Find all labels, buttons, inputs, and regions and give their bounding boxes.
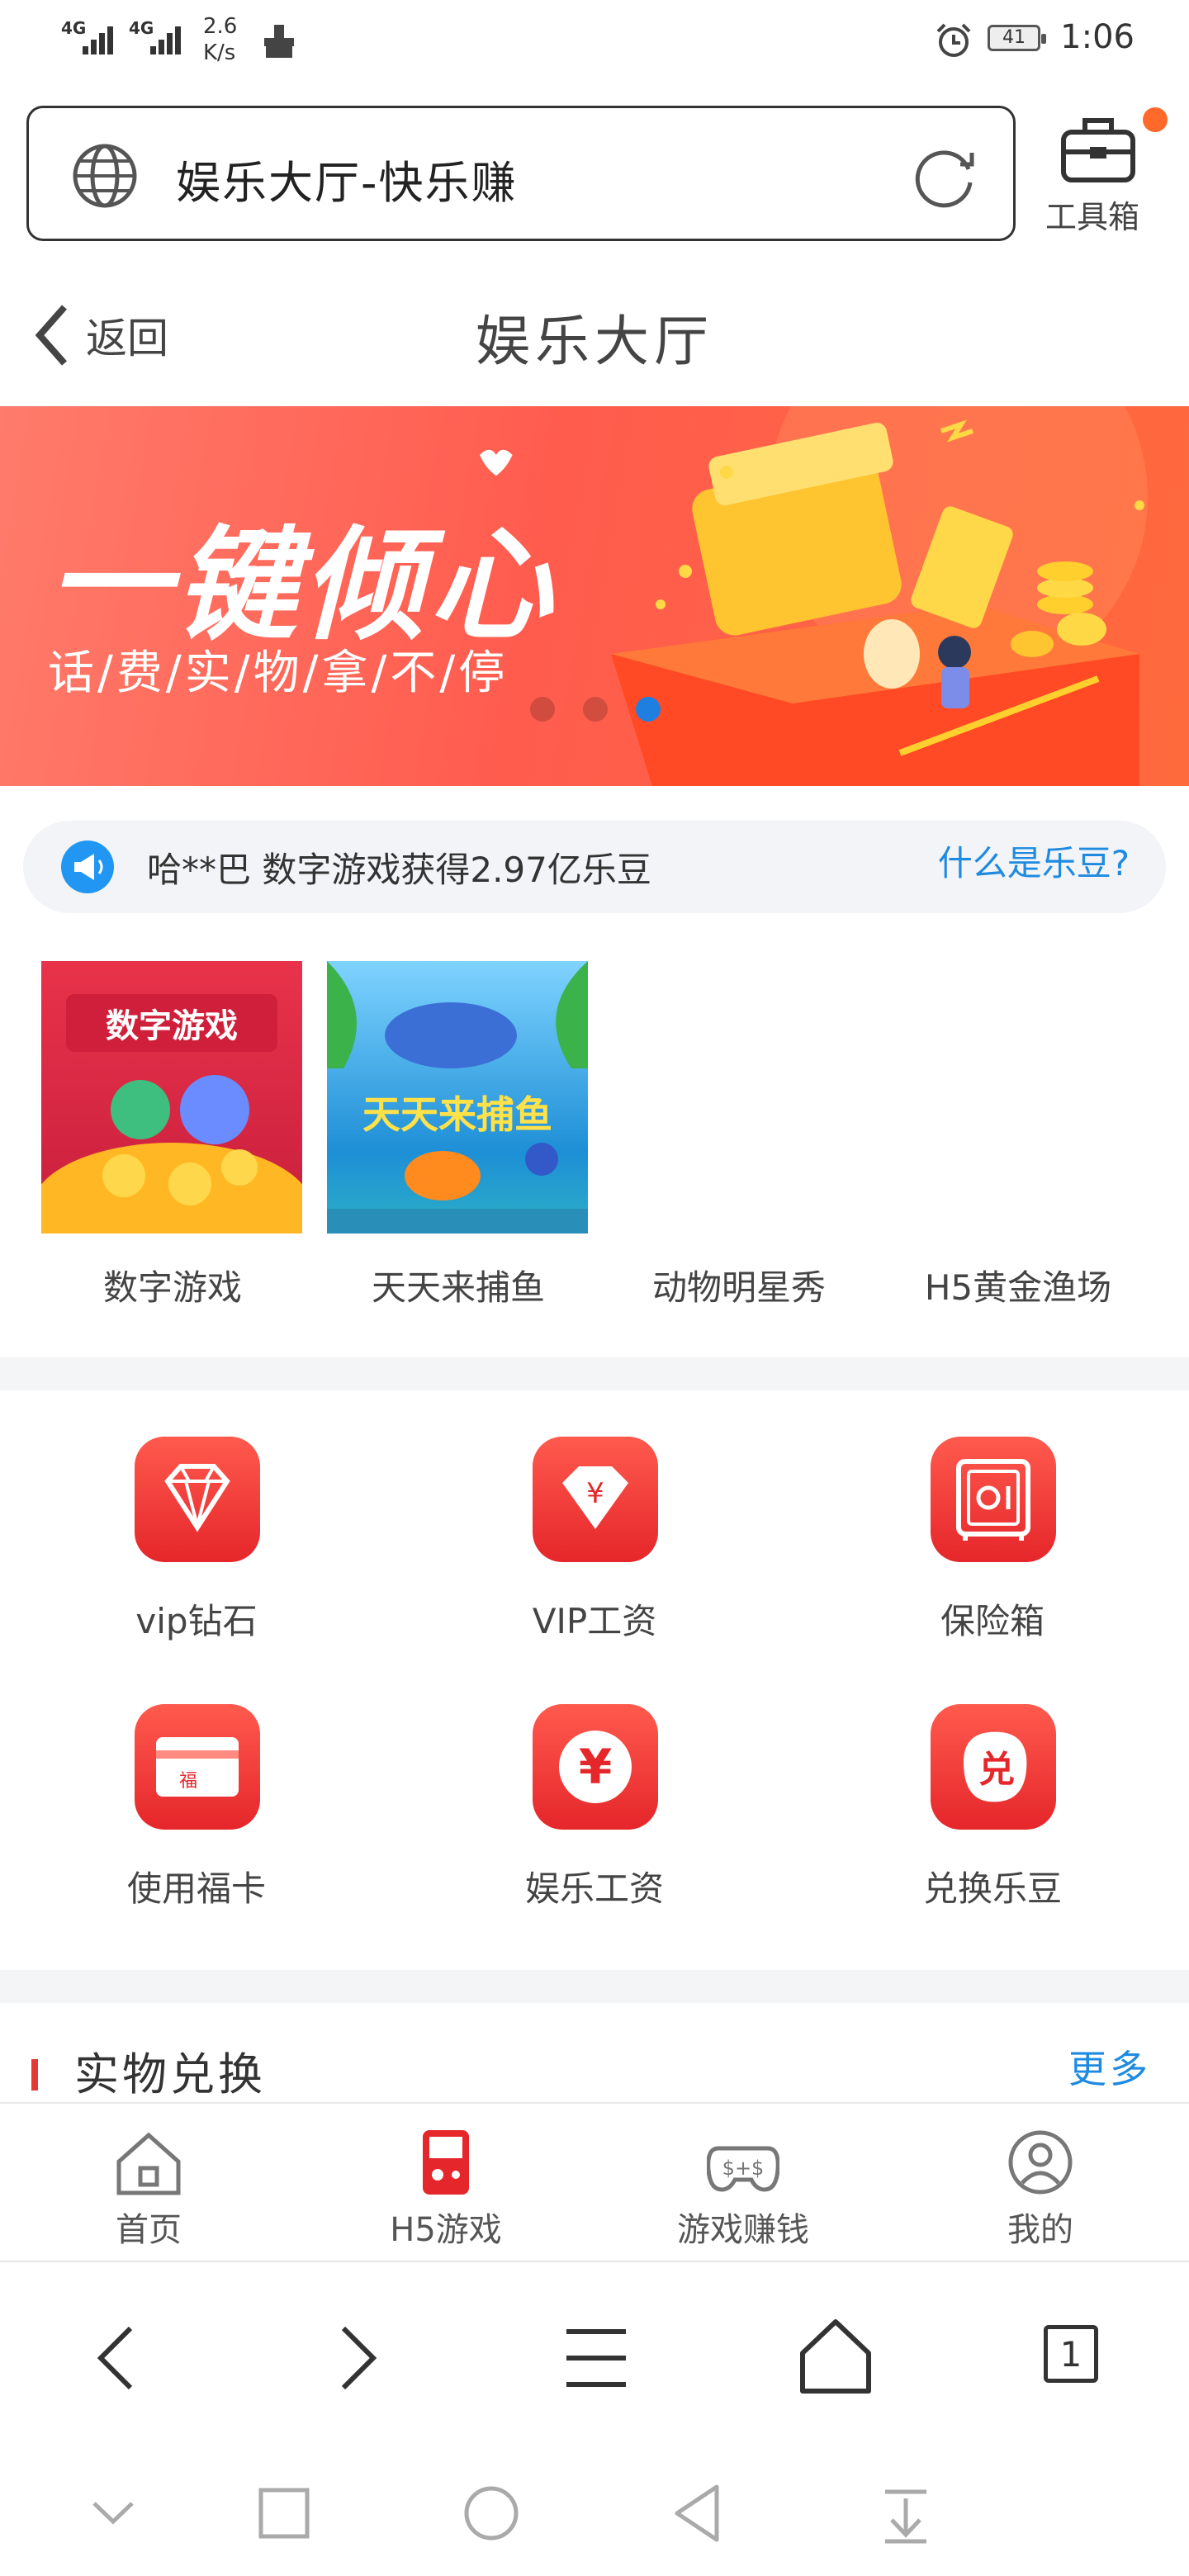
- home-icon: [116, 2132, 181, 2195]
- feature-label: 保险箱: [940, 1601, 1045, 1641]
- toolbox-icon: [1061, 118, 1135, 182]
- game-thumbnail-title: 天天来捕鱼: [362, 1092, 552, 1137]
- tabs-switcher-button[interactable]: 1: [1026, 2312, 1125, 2403]
- megaphone-icon: [61, 841, 114, 893]
- yen-gem-icon: ¥: [533, 1437, 658, 1562]
- feature-vip-diamond[interactable]: vip钻石: [48, 1437, 345, 1684]
- game-card-h5-fishery[interactable]: H5黄金渔场: [882, 958, 1154, 1321]
- yen-icon-text: ¥: [579, 1739, 612, 1795]
- bottom-tab-bar: 首页 H5游戏 $+$ 游戏赚钱 我的: [0, 2102, 1189, 2262]
- clock: 1:06: [1060, 18, 1135, 56]
- tab-mine[interactable]: 我的: [892, 2104, 1189, 2261]
- signal-strength-icon: [150, 25, 187, 54]
- svg-text:¥: ¥: [586, 1477, 604, 1510]
- promo-banner[interactable]: 一键倾心 话/费/实/物/拿/不/停: [0, 406, 1189, 786]
- tab-label: 我的: [1007, 2211, 1073, 2249]
- network-speed: 2.6 K/s: [203, 13, 237, 66]
- safe-icon: [931, 1437, 1056, 1562]
- back-triangle-icon[interactable]: [661, 2477, 735, 2551]
- menu-icon[interactable]: [547, 2312, 646, 2403]
- game-name: 天天来捕鱼: [371, 1267, 545, 1308]
- tab-label: H5游戏: [390, 2211, 502, 2249]
- what-is-ledou-link[interactable]: 什么是乐豆?: [938, 836, 1130, 886]
- home-page-icon[interactable]: [786, 2312, 885, 2403]
- notice-bar: 哈**巴 数字游戏获得2.97亿乐豆 什么是乐豆?: [23, 821, 1166, 913]
- tab-game-earn[interactable]: $+$ 游戏赚钱: [594, 2104, 892, 2261]
- net-speed-unit: K/s: [203, 40, 236, 65]
- feature-safe[interactable]: 保险箱: [844, 1437, 1141, 1684]
- section-accent-bar: [31, 2059, 38, 2091]
- section-divider: [0, 1970, 1189, 2003]
- status-bar: 4G 4G 2.6 K/s 41 1:06: [0, 0, 1189, 91]
- feature-label: 娱乐工资: [524, 1868, 664, 1909]
- carousel-dot[interactable]: [530, 697, 555, 722]
- toolbox-label: 工具箱: [1045, 199, 1140, 235]
- net-speed-value: 2.6: [203, 14, 238, 39]
- feature-vip-salary[interactable]: ¥ VIP工资: [446, 1437, 743, 1684]
- exchange-icon-text: 兑: [978, 1749, 1015, 1791]
- game-thumbnail: 数字游戏: [41, 961, 302, 1234]
- address-bar-title: 娱乐大厅-快乐赚: [176, 157, 518, 209]
- exchange-icon: 兑: [931, 1704, 1056, 1830]
- feature-entertainment-salary[interactable]: ¥ 娱乐工资: [446, 1704, 743, 1952]
- tab-label: 首页: [116, 2211, 182, 2249]
- back-arrow-icon[interactable]: [68, 2312, 167, 2403]
- card-icon: 福: [135, 1704, 260, 1830]
- chevron-down-icon[interactable]: [76, 2477, 150, 2551]
- tab-count: 1: [1044, 2325, 1098, 2383]
- diamond-icon: [135, 1437, 260, 1562]
- section-title: 实物兑换: [74, 2048, 266, 2100]
- game-thumbnail-title: 数字游戏: [106, 1007, 238, 1045]
- signal-strength-icon: [83, 25, 119, 54]
- more-link[interactable]: 更多: [1068, 2039, 1151, 2094]
- alarm-icon: [936, 23, 971, 57]
- game-card-fishing[interactable]: 天天来捕鱼 天天来捕鱼: [322, 958, 594, 1321]
- user-icon: [1008, 2130, 1073, 2195]
- game-thumbnail: 天天来捕鱼: [327, 961, 588, 1234]
- toolbox-button[interactable]: 工具箱: [1042, 106, 1168, 238]
- svg-text:$+$: $+$: [722, 2157, 765, 2180]
- feature-exchange-ledou[interactable]: 兑 兑换乐豆: [844, 1704, 1141, 1952]
- banner-subline: 话/费/实/物/拿/不/停: [48, 646, 509, 700]
- page-header: 返回 娱乐大厅: [0, 272, 1189, 396]
- address-bar[interactable]: 娱乐大厅-快乐赚: [26, 106, 1016, 241]
- feature-label: VIP工资: [532, 1601, 657, 1641]
- forward-arrow-icon[interactable]: [307, 2312, 406, 2403]
- home-circle-icon[interactable]: [454, 2477, 528, 2551]
- recents-square-icon[interactable]: [246, 2477, 320, 2551]
- section-divider: [0, 1357, 1189, 1390]
- feature-label: 兑换乐豆: [922, 1868, 1062, 1909]
- yen-circle-icon: ¥: [533, 1704, 658, 1830]
- notice-text: 哈**巴 数字游戏获得2.97亿乐豆: [147, 850, 651, 890]
- feature-label: 使用福卡: [126, 1868, 266, 1909]
- page-title: 娱乐大厅: [476, 310, 713, 373]
- game-name: H5黄金渔场: [924, 1267, 1112, 1308]
- system-navigation-bar: [0, 2436, 1189, 2576]
- tab-home[interactable]: 首页: [0, 2104, 297, 2261]
- game-card-digital[interactable]: 数字游戏 数字游戏: [36, 958, 309, 1321]
- notification-dot: [1143, 107, 1168, 132]
- card-icon-text: 福: [179, 1771, 197, 1792]
- feature-label: vip钻石: [135, 1601, 258, 1641]
- tab-h5-games[interactable]: H5游戏: [297, 2104, 594, 2261]
- browser-toolbar: 1: [0, 2262, 1189, 2436]
- game-name: 动物明星秀: [651, 1267, 826, 1308]
- broom-icon: [264, 25, 294, 58]
- pull-down-icon[interactable]: [869, 2477, 943, 2551]
- refresh-icon[interactable]: [909, 140, 982, 212]
- game-card-animal-star[interactable]: 动物明星秀: [603, 958, 875, 1321]
- game-name: 数字游戏: [102, 1267, 242, 1308]
- gameboy-icon: [423, 2130, 469, 2195]
- carousel-dot-active[interactable]: [636, 697, 661, 722]
- battery-indicator: 41: [988, 25, 1046, 51]
- carousel-dot[interactable]: [583, 697, 608, 722]
- tab-label: 游戏赚钱: [677, 2211, 809, 2249]
- gamepad-icon: $+$: [707, 2146, 779, 2192]
- feature-use-fuka[interactable]: 福 使用福卡: [48, 1704, 345, 1952]
- globe-icon: [73, 144, 137, 208]
